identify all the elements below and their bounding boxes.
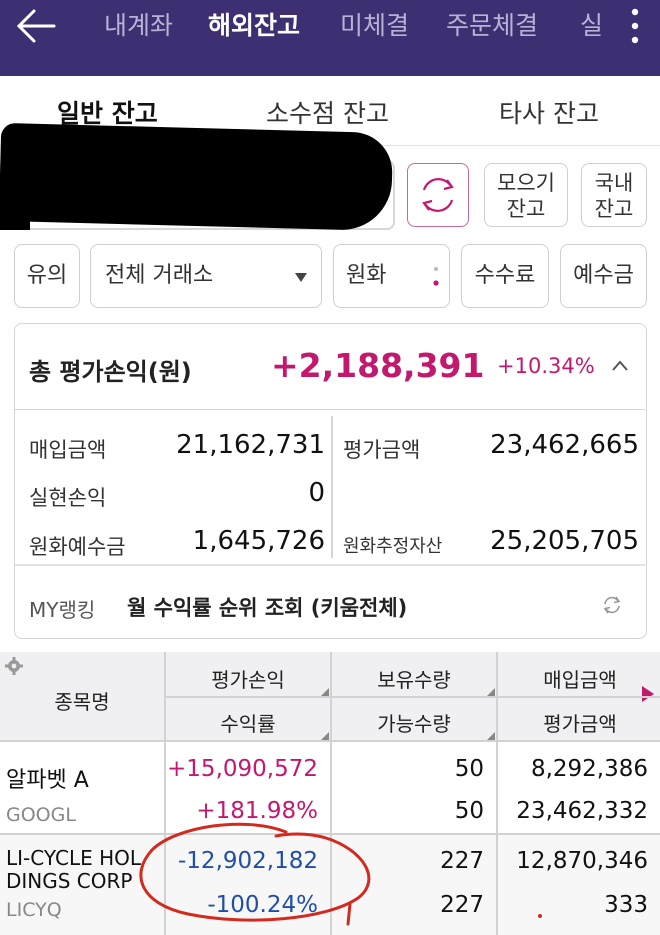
back-arrow-icon[interactable]: [14, 6, 58, 46]
domestic-label-line1: 국내: [594, 171, 634, 195]
annotation-dot: [538, 914, 542, 918]
refresh-icon: [422, 178, 454, 212]
deposit-button[interactable]: 예수금: [560, 244, 647, 308]
gear-icon[interactable]: [4, 656, 24, 676]
realized-pl-label: 실현손익: [29, 486, 107, 510]
nav-item-overseas-balance[interactable]: 해외잔고: [208, 6, 318, 46]
krw-estimated-assets-label: 원화추정자산: [343, 536, 443, 557]
header-holding-qty[interactable]: 보유수량: [332, 664, 496, 693]
holding-qty-value: 50: [454, 756, 484, 782]
stock-name-line1: LI-CYCLE HOL: [6, 846, 142, 870]
summary-header[interactable]: 총 평가손익(원) +2,188,391 +10.34%: [15, 324, 645, 410]
purchase-amount-label: 매입금액: [29, 438, 107, 462]
tab-fractional-balance[interactable]: 소수점 잔고: [266, 94, 389, 130]
header-evaluation-amount[interactable]: 평가금액: [498, 708, 660, 737]
stock-ticker: GOOGL: [6, 804, 76, 826]
summary-card: 총 평가손익(원) +2,188,391 +10.34% 매입금액 21,162…: [14, 323, 647, 639]
ranking-link[interactable]: 월 수익률 순위 조회 (키움전체): [127, 592, 407, 622]
scroll-right-arrow-icon[interactable]: [642, 686, 654, 702]
gather-balance-button[interactable]: 모으기 잔고: [484, 163, 568, 227]
purchase-amount-value: 21,162,731: [176, 430, 325, 460]
krw-deposit-value: 1,645,726: [192, 526, 325, 556]
exchange-select[interactable]: 전체 거래소: [90, 244, 322, 308]
purchase-amount-value: 8,292,386: [530, 756, 648, 782]
header-stock-name[interactable]: 종목명: [0, 686, 164, 715]
stock-ticker: LICYQ: [6, 899, 62, 921]
header-mid-line: [166, 696, 660, 698]
sort-indicator-icon: [321, 732, 329, 740]
sort-indicator-icon: [487, 688, 495, 696]
stock-name: 알파벳 A: [6, 768, 89, 793]
redaction-mark: [0, 122, 394, 232]
header-return-rate[interactable]: 수익률: [166, 708, 330, 737]
header-available-qty[interactable]: 가능수량: [332, 708, 496, 737]
exchange-select-value: 전체 거래소: [105, 263, 214, 288]
evaluation-amount-value: 333: [604, 892, 648, 918]
chevron-up-icon[interactable]: [611, 358, 629, 372]
sort-indicator-icon: [321, 688, 329, 696]
gather-label-line1: 모으기: [497, 171, 555, 195]
eval-pl-value: +15,090,572: [167, 756, 318, 782]
currency-toggle[interactable]: 원화: [333, 244, 450, 308]
fee-button[interactable]: 수수료: [461, 244, 549, 308]
krw-deposit-label: 원화예수금: [29, 535, 126, 559]
nav-item-order-execution[interactable]: 주문체결: [446, 6, 566, 46]
evaluation-amount-value: 23,462,332: [516, 798, 648, 824]
krw-estimated-assets-value: 25,205,705: [490, 526, 639, 556]
nav-item-my-account[interactable]: 내계좌: [104, 6, 194, 46]
sort-indicator-icon: [487, 732, 495, 740]
realized-pl-value: 0: [308, 478, 325, 508]
evaluation-amount-value: 23,462,665: [490, 430, 639, 460]
more-vertical-icon[interactable]: [626, 6, 644, 46]
stock-name-line2: DINGS CORP: [6, 869, 133, 893]
annotation-circle: [139, 822, 371, 926]
domestic-label-line2: 잔고: [594, 197, 634, 221]
toggle-dots-icon: [433, 267, 439, 286]
ranking-refresh-icon[interactable]: [601, 594, 623, 616]
domestic-balance-button[interactable]: 국내 잔고: [581, 163, 647, 227]
total-pl-label: 총 평가손익(원): [29, 358, 192, 386]
redaction-mark-edge: [0, 180, 30, 230]
nav-item-unfilled[interactable]: 미체결: [340, 6, 430, 46]
tab-other-broker-balance[interactable]: 타사 잔고: [499, 94, 599, 130]
header-eval-pl[interactable]: 평가손익: [166, 664, 330, 693]
nav-item-partial[interactable]: 실: [580, 6, 604, 46]
total-pl-value: +2,188,391: [271, 346, 485, 385]
currency-value: 원화: [346, 263, 387, 288]
dropdown-caret-icon: [295, 273, 307, 282]
evaluation-amount-label: 평가금액: [343, 438, 421, 462]
total-pl-rate: +10.34%: [497, 354, 595, 378]
my-ranking-label: MY랭킹: [29, 598, 96, 622]
refresh-button[interactable]: [407, 163, 469, 227]
header-purchase-amount[interactable]: 매입금액: [498, 664, 660, 693]
caution-button[interactable]: 유의: [14, 244, 80, 308]
purchase-amount-value: 12,870,346: [516, 848, 648, 874]
top-nav-bar: 내계좌 해외잔고 미체결 주문체결 실: [0, 0, 660, 76]
summary-separator: [15, 564, 645, 566]
gather-label-line2: 잔고: [506, 197, 546, 221]
summary-column-divider: [331, 416, 333, 558]
